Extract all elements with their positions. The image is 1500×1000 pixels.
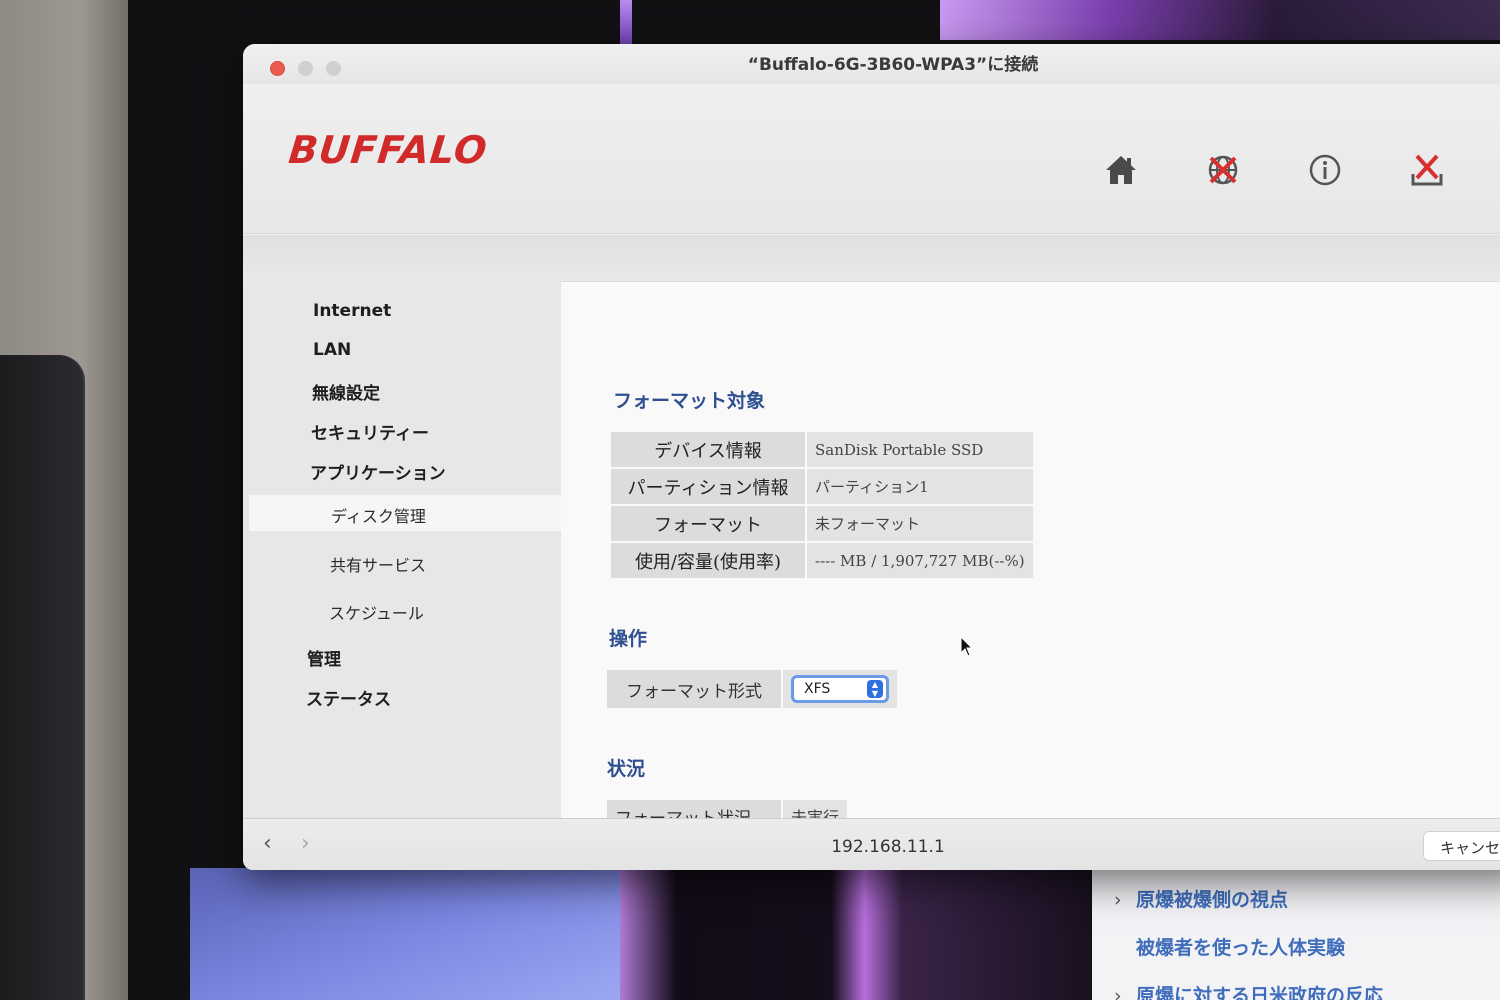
table-row: パーティション情報 パーティション1 bbox=[611, 469, 1033, 504]
wallpaper-fragment bbox=[620, 0, 632, 48]
status-title: 状況 bbox=[607, 758, 646, 780]
operation-title: 操作 bbox=[609, 628, 648, 650]
chevron-right-icon: › bbox=[1114, 889, 1122, 911]
wallpaper-fragment bbox=[190, 868, 620, 1000]
row-value: パーティション1 bbox=[807, 469, 1033, 504]
title-bar: “Buffalo-6G-3B60-WPA3”に接続 bbox=[243, 44, 1500, 84]
select-arrows-icon: ▲ ▼ bbox=[867, 680, 883, 698]
wallpaper-fragment bbox=[940, 0, 1500, 40]
row-value: 未フォーマット bbox=[807, 506, 1033, 541]
format-target-title: フォーマット対象 bbox=[613, 390, 766, 412]
background-link[interactable]: 被爆者を使った人体実験 bbox=[1136, 928, 1500, 976]
background-link[interactable]: › 原爆被爆側の視点 bbox=[1114, 880, 1500, 928]
logout-icon[interactable] bbox=[1409, 152, 1445, 188]
sidebar-nav: Internet LAN 無線設定 セキュリティー アプリケーション ディスク管… bbox=[243, 281, 561, 821]
format-type-row: フォーマット形式 XFS ▲ ▼ bbox=[607, 670, 897, 708]
table-row: デバイス情報 SanDisk Portable SSD bbox=[611, 432, 1033, 467]
router-header: BUFFALO bbox=[243, 84, 1500, 234]
sidebar-item-security[interactable]: セキュリティー bbox=[311, 419, 429, 444]
mouse-cursor-icon bbox=[960, 636, 974, 657]
window-title: “Buffalo-6G-3B60-WPA3”に接続 bbox=[747, 55, 1039, 75]
sidebar-item-application[interactable]: アプリケーション bbox=[310, 459, 446, 484]
network-diagnostic-icon[interactable] bbox=[1205, 152, 1241, 188]
sidebar-item-internet[interactable]: Internet bbox=[313, 301, 391, 321]
format-type-value: XFS bbox=[804, 681, 831, 697]
sidebar-item-wireless[interactable]: 無線設定 bbox=[312, 379, 380, 404]
row-key: デバイス情報 bbox=[611, 432, 805, 467]
browser-status-bar: ‹ › 192.168.11.1 キャンセ bbox=[243, 818, 1500, 870]
buffalo-logo: BUFFALO bbox=[286, 128, 490, 172]
row-key: 使用/容量(使用率) bbox=[611, 543, 805, 578]
browser-window: “Buffalo-6G-3B60-WPA3”に接続 BUFFALO Intern… bbox=[243, 44, 1500, 870]
wallpaper-fragment bbox=[620, 868, 1090, 1000]
row-key: パーティション情報 bbox=[611, 469, 805, 504]
row-value: SanDisk Portable SSD bbox=[807, 432, 1033, 467]
row-value: ---- MB / 1,907,727 MB(--%) bbox=[807, 543, 1033, 578]
home-icon[interactable] bbox=[1103, 152, 1139, 188]
sidebar-item-schedule[interactable]: スケジュール bbox=[329, 600, 424, 624]
sidebar-item-admin[interactable]: 管理 bbox=[307, 645, 341, 670]
format-type-cell: XFS ▲ ▼ bbox=[783, 670, 897, 708]
table-row: フォーマット 未フォーマット bbox=[611, 506, 1033, 541]
background-web-page: › 原爆被爆側の視点 被爆者を使った人体実験 › 原爆に対する日米政府の反応 bbox=[1092, 868, 1500, 1000]
sidebar-item-shared-service[interactable]: 共有サービス bbox=[330, 552, 426, 576]
header-band bbox=[243, 235, 1500, 281]
format-type-label: フォーマット形式 bbox=[607, 670, 781, 708]
sidebar-item-disk-management[interactable]: ディスク管理 bbox=[331, 503, 426, 527]
main-content: フォーマット対象 デバイス情報 SanDisk Portable SSD パーテ… bbox=[561, 281, 1500, 824]
phone-device bbox=[0, 355, 85, 1000]
format-target-table: デバイス情報 SanDisk Portable SSD パーティション情報 パー… bbox=[609, 430, 1035, 580]
table-row: 使用/容量(使用率) ---- MB / 1,907,727 MB(--%) bbox=[611, 543, 1033, 578]
background-link[interactable]: › 原爆に対する日米政府の反応 bbox=[1114, 976, 1500, 1000]
info-icon[interactable] bbox=[1307, 152, 1343, 188]
row-key: フォーマット bbox=[611, 506, 805, 541]
sidebar-item-status[interactable]: ステータス bbox=[306, 685, 391, 710]
cancel-button[interactable]: キャンセ bbox=[1423, 831, 1500, 861]
address-text: 192.168.11.1 bbox=[831, 837, 945, 857]
sidebar-item-lan[interactable]: LAN bbox=[313, 340, 351, 360]
chevron-right-icon: › bbox=[1114, 985, 1122, 1000]
format-type-select[interactable]: XFS ▲ ▼ bbox=[791, 675, 889, 703]
